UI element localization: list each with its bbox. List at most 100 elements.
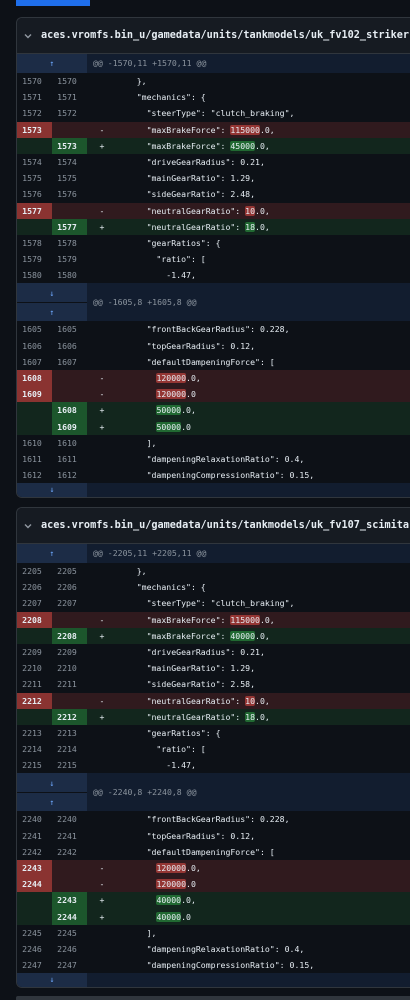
arrow-up-icon[interactable]: ↑ [17, 791, 87, 812]
file-path[interactable]: aces.vromfs.bin_u/gamedata/units/tankmod… [41, 30, 410, 41]
new-line-number[interactable]: 1570 [52, 73, 87, 89]
new-line-number[interactable]: 1607 [52, 354, 87, 370]
old-line-number[interactable]: 1606 [17, 338, 52, 354]
old-line-number[interactable]: 1608 [17, 370, 52, 387]
old-line-number[interactable]: 1580 [17, 267, 52, 283]
new-line-number[interactable]: 2211 [52, 676, 87, 692]
new-line-number[interactable]: 2240 [52, 811, 87, 827]
old-line-number[interactable]: 2241 [17, 828, 52, 844]
new-line-number[interactable]: 1576 [52, 186, 87, 202]
new-line-number[interactable]: 1572 [52, 105, 87, 121]
arrow-down-icon[interactable]: ↓ [17, 773, 87, 792]
old-line-number[interactable] [17, 138, 52, 154]
new-line-number[interactable]: 2205 [52, 563, 87, 579]
new-line-number[interactable]: 2242 [52, 844, 87, 860]
new-line-number[interactable]: 1606 [52, 338, 87, 354]
new-line-number[interactable]: 2246 [52, 941, 87, 957]
new-line-number[interactable]: 1575 [52, 170, 87, 186]
chevron-down-icon[interactable] [23, 28, 33, 44]
old-line-number[interactable]: 2209 [17, 644, 52, 660]
file-path[interactable]: aces.vromfs.bin_u/gamedata/units/tankmod… [41, 520, 410, 531]
old-line-number[interactable] [17, 892, 52, 908]
new-line-number[interactable]: 2245 [52, 925, 87, 941]
old-line-number[interactable] [17, 709, 52, 725]
new-line-number[interactable]: 2212 [52, 708, 87, 725]
old-line-number[interactable] [17, 419, 52, 435]
new-line-number[interactable]: 1611 [52, 451, 87, 467]
old-line-number[interactable]: 2205 [17, 563, 52, 579]
old-line-number[interactable] [17, 628, 52, 644]
old-line-number[interactable]: 1579 [17, 251, 52, 267]
arrow-up-icon[interactable]: ↑ [17, 544, 87, 563]
new-line-number[interactable]: 2213 [52, 725, 87, 741]
arrow-down-icon[interactable]: ↓ [17, 973, 87, 988]
old-line-number[interactable]: 1574 [17, 154, 52, 170]
old-line-number[interactable]: 1570 [17, 73, 52, 89]
old-line-number[interactable]: 1605 [17, 321, 52, 337]
old-line-number[interactable] [17, 402, 52, 418]
old-line-number[interactable]: 2246 [17, 941, 52, 957]
new-line-number[interactable] [52, 370, 87, 386]
old-line-number[interactable]: 1612 [17, 467, 52, 483]
old-line-number[interactable]: 2243 [17, 860, 52, 877]
new-line-number[interactable]: 1574 [52, 154, 87, 170]
new-line-number[interactable]: 1612 [52, 467, 87, 483]
new-line-number[interactable]: 1571 [52, 89, 87, 105]
new-line-number[interactable]: 2241 [52, 828, 87, 844]
old-line-number[interactable]: 2247 [17, 957, 52, 973]
new-line-number[interactable]: 2210 [52, 660, 87, 676]
old-line-number[interactable]: 1610 [17, 435, 52, 451]
new-line-number[interactable]: 1610 [52, 435, 87, 451]
new-line-number[interactable]: 1578 [52, 235, 87, 251]
old-line-number[interactable]: 1611 [17, 451, 52, 467]
new-line-number[interactable]: 2243 [52, 892, 87, 909]
arrow-down-icon[interactable]: ↓ [17, 283, 87, 302]
new-line-number[interactable]: 2208 [52, 627, 87, 644]
new-line-number[interactable]: 2214 [52, 741, 87, 757]
old-line-number[interactable]: 1571 [17, 89, 52, 105]
new-line-number[interactable]: 2247 [52, 957, 87, 973]
old-line-number[interactable]: 2211 [17, 676, 52, 692]
old-line-number[interactable]: 2245 [17, 925, 52, 941]
old-line-number[interactable] [17, 909, 52, 925]
arrow-down-icon[interactable]: ↓ [17, 483, 87, 498]
new-line-number[interactable]: 1580 [52, 267, 87, 283]
new-line-number[interactable] [52, 612, 87, 628]
old-line-number[interactable]: 1575 [17, 170, 52, 186]
old-line-number[interactable]: 1577 [17, 202, 52, 219]
old-line-number[interactable]: 2213 [17, 725, 52, 741]
new-line-number[interactable] [52, 122, 87, 138]
old-line-number[interactable]: 2244 [17, 876, 52, 893]
new-line-number[interactable]: 2206 [52, 579, 87, 595]
old-line-number[interactable]: 2207 [17, 595, 52, 611]
old-line-number[interactable]: 2240 [17, 811, 52, 827]
new-line-number[interactable]: 2209 [52, 644, 87, 660]
new-line-number[interactable]: 1609 [52, 418, 87, 435]
new-line-number[interactable]: 1573 [52, 137, 87, 154]
old-line-number[interactable] [17, 219, 52, 235]
old-line-number[interactable]: 1576 [17, 186, 52, 202]
new-line-number[interactable]: 2207 [52, 595, 87, 611]
arrow-up-icon[interactable]: ↑ [17, 301, 87, 322]
new-line-number[interactable]: 2244 [52, 908, 87, 925]
new-line-number[interactable] [52, 693, 87, 709]
old-line-number[interactable]: 2206 [17, 579, 52, 595]
old-line-number[interactable]: 1578 [17, 235, 52, 251]
old-line-number[interactable]: 1607 [17, 354, 52, 370]
old-line-number[interactable]: 2242 [17, 844, 52, 860]
old-line-number[interactable]: 2208 [17, 611, 52, 628]
new-line-number[interactable] [52, 203, 87, 219]
chevron-down-icon[interactable] [23, 518, 33, 534]
new-line-number[interactable]: 1579 [52, 251, 87, 267]
new-line-number[interactable]: 1608 [52, 402, 87, 419]
old-line-number[interactable]: 2215 [17, 757, 52, 773]
old-line-number[interactable]: 2212 [17, 692, 52, 709]
old-line-number[interactable]: 2210 [17, 660, 52, 676]
new-line-number[interactable] [52, 860, 87, 876]
old-line-number[interactable]: 2214 [17, 741, 52, 757]
old-line-number[interactable]: 1573 [17, 121, 52, 138]
old-line-number[interactable]: 1572 [17, 105, 52, 121]
new-line-number[interactable]: 1577 [52, 218, 87, 235]
old-line-number[interactable]: 1609 [17, 386, 52, 403]
new-line-number[interactable]: 1605 [52, 321, 87, 337]
